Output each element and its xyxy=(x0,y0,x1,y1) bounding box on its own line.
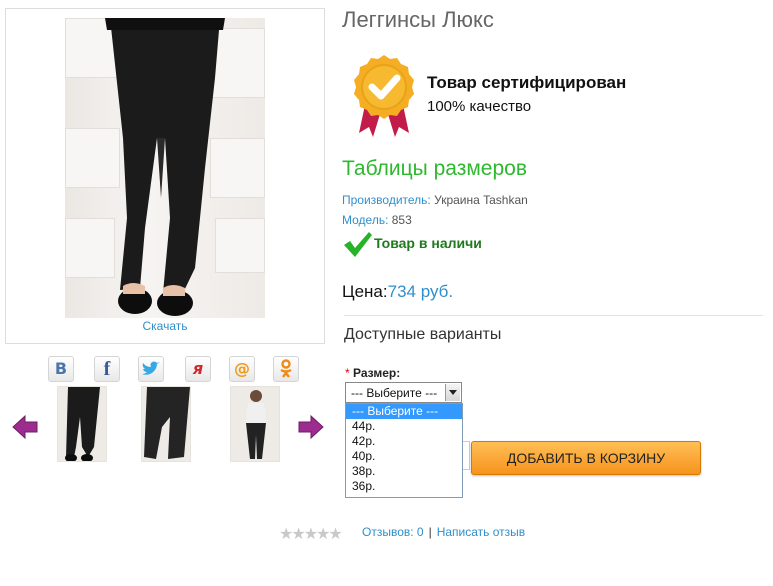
prev-arrow-icon[interactable] xyxy=(12,414,38,440)
size-option[interactable]: 40р. xyxy=(346,449,462,464)
size-select-value: --- Выберите --- xyxy=(351,386,438,400)
vk-share-icon[interactable]: B xyxy=(48,356,74,382)
price-value: 734 руб. xyxy=(387,282,454,301)
size-chart-link[interactable]: Таблицы размеров xyxy=(342,157,527,181)
size-option[interactable]: 44р. xyxy=(346,419,462,434)
manufacturer-row: Производитель: Украина Tashkan xyxy=(342,193,528,207)
write-review-link[interactable]: Написать отзыв xyxy=(437,525,525,539)
required-mark: * xyxy=(345,366,350,380)
divider xyxy=(344,315,763,316)
price-label: Цена: xyxy=(342,282,388,301)
in-stock-check-icon xyxy=(344,232,372,257)
model-value: 853 xyxy=(391,213,412,227)
product-title: Леггинсы Люкс xyxy=(342,7,494,32)
model-label: Модель: xyxy=(342,213,389,227)
reviews-row: Отзывов: 0 | Написать отзыв xyxy=(362,525,525,539)
size-label: * Размер: xyxy=(345,366,400,380)
star-icon: ★ xyxy=(328,524,343,543)
yaru-share-icon[interactable]: я xyxy=(185,356,211,382)
twitter-share-icon[interactable] xyxy=(138,356,164,382)
certificate-title: Товар сертифицирован xyxy=(427,73,627,92)
size-option[interactable]: --- Выберите --- xyxy=(346,404,462,419)
size-dropdown-list: --- Выберите --- 44р. 42р. 40р. 38р. 36р… xyxy=(345,403,463,498)
product-main-image[interactable] xyxy=(65,18,265,318)
odnoklassniki-share-icon[interactable] xyxy=(273,356,299,382)
options-title: Доступные варианты xyxy=(344,326,502,343)
quantity-input[interactable] xyxy=(463,441,470,470)
model-row: Модель: 853 xyxy=(342,213,412,227)
rating-stars: ★★★★★ xyxy=(279,524,343,544)
certified-badge-icon xyxy=(354,55,414,137)
stock-status: Товар в наличи xyxy=(374,235,482,251)
facebook-share-icon[interactable]: f xyxy=(94,356,120,382)
manufacturer-label[interactable]: Производитель: xyxy=(342,193,431,207)
size-option[interactable]: 36р. xyxy=(346,479,462,494)
product-thumbnail-3[interactable] xyxy=(230,386,280,462)
manufacturer-value: Украина Tashkan xyxy=(434,193,528,207)
certificate-subtitle: 100% качество xyxy=(427,98,532,115)
download-link[interactable]: Скачать xyxy=(5,319,325,333)
size-option[interactable]: 42р. xyxy=(346,434,462,449)
price: Цена:734 руб. xyxy=(342,282,453,302)
product-thumbnail-1[interactable] xyxy=(57,386,107,462)
product-thumbnail-2[interactable] xyxy=(141,386,191,462)
size-option[interactable]: 38р. xyxy=(346,464,462,479)
next-arrow-icon[interactable] xyxy=(298,414,324,440)
size-label-text: Размер: xyxy=(353,366,401,380)
size-select[interactable]: --- Выберите --- xyxy=(345,382,462,403)
add-to-cart-button[interactable]: ДОБАВИТЬ В КОРЗИНУ xyxy=(471,441,701,475)
reviews-separator: | xyxy=(428,525,432,539)
mailru-share-icon[interactable]: @ xyxy=(229,356,255,382)
chevron-down-icon[interactable] xyxy=(445,384,460,401)
reviews-count-link[interactable]: Отзывов: 0 xyxy=(362,525,424,539)
